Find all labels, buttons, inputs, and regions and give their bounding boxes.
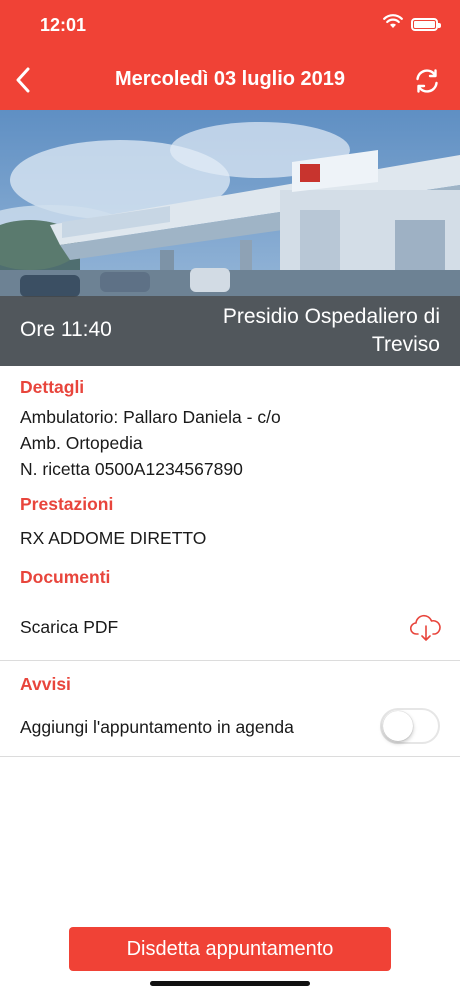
divider xyxy=(0,756,460,757)
hospital-photo: Ore 11:40 Presidio Ospedaliero di Trevis… xyxy=(0,110,460,366)
details-ambulatory: Ambulatorio: Pallaro Daniela - c/o xyxy=(20,407,281,427)
header: 12:01 Mercoledì 03 luglio 2019 xyxy=(0,0,460,110)
service-item: RX ADDOME DIRETTO xyxy=(20,528,207,548)
wifi-icon xyxy=(383,14,403,34)
divider xyxy=(0,660,460,661)
status-icons xyxy=(383,14,441,34)
page-title: Mercoledì 03 luglio 2019 xyxy=(114,68,346,90)
status-time: 12:01 xyxy=(40,15,87,35)
appointment-location: Presidio Ospedaliero di Treviso xyxy=(222,305,440,356)
details-department: Amb. Ortopedia xyxy=(20,433,143,453)
refresh-icon xyxy=(416,69,438,93)
details-title: Dettagli xyxy=(20,377,85,397)
details-prescription: N. ricetta 0500A1234567890 xyxy=(20,459,243,479)
download-pdf-label[interactable]: Scarica PDF xyxy=(20,614,118,640)
appointment-time: Ore 11:40 xyxy=(20,318,112,341)
appointment-banner: Ore 11:40 Presidio Ospedaliero di Trevis… xyxy=(0,296,460,366)
refresh-button[interactable] xyxy=(410,64,444,98)
cloud-download-icon xyxy=(409,614,441,641)
calendar-toggle-label: Aggiungi l'appuntamento in agenda xyxy=(20,717,294,737)
toggle-knob xyxy=(383,711,413,741)
home-indicator xyxy=(150,981,310,986)
alerts-title: Avvisi xyxy=(20,674,71,694)
battery-icon xyxy=(411,17,441,31)
documents-title: Documenti xyxy=(20,567,111,587)
calendar-toggle[interactable] xyxy=(380,708,440,744)
services-title: Prestazioni xyxy=(20,494,114,514)
download-pdf-button[interactable] xyxy=(409,614,442,642)
cancel-appointment-button[interactable]: Disdetta appuntamento xyxy=(69,927,391,971)
